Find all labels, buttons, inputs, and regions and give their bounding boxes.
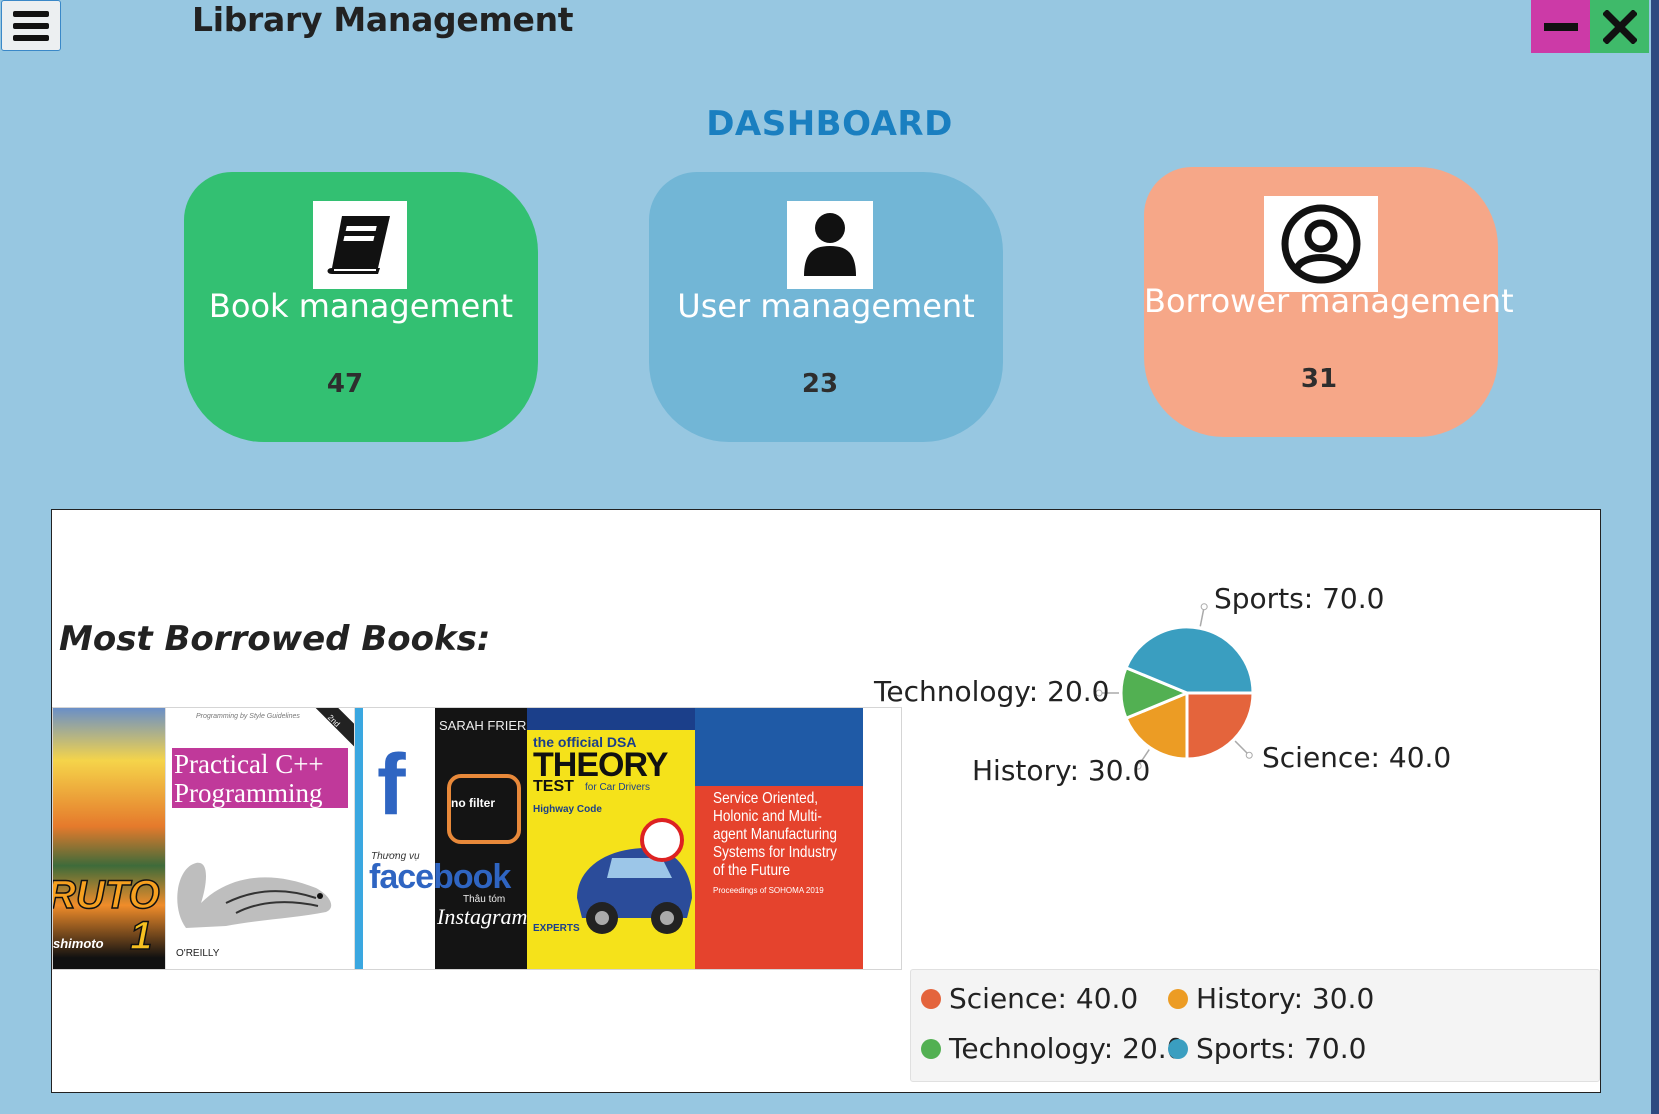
window-edge <box>1651 0 1659 1114</box>
borrower-management-card[interactable]: Borrower management 31 <box>1144 167 1514 437</box>
app-title: Library Management <box>192 0 574 39</box>
pie-chart <box>1095 603 1255 770</box>
borrower-management-label: Borrower management <box>1144 282 1514 320</box>
close-button[interactable] <box>1590 0 1649 53</box>
legend-dot-technology <box>921 1038 941 1059</box>
pie-leader-dot-science <box>1245 751 1253 759</box>
legend-label-history: History: 30.0 <box>1196 982 1375 1015</box>
book-icon <box>327 216 390 274</box>
user-count: 23 <box>801 369 839 399</box>
user-management-card[interactable]: User management 23 <box>649 172 1003 442</box>
pie-label-history: History: 30.0 <box>972 754 1151 787</box>
book-icon-box <box>313 201 407 289</box>
hamburger-icon <box>13 10 49 41</box>
minimize-button[interactable] <box>1531 0 1590 53</box>
book-management-label: Book management <box>208 287 514 325</box>
pie-label-sports: Sports: 70.0 <box>1214 582 1385 615</box>
most-borrowed-panel: Most Borrowed Books: RUTO shimoto 1 Prog… <box>51 509 1601 1093</box>
user-icon <box>804 213 856 276</box>
pie-leader-dot-sports <box>1200 603 1208 611</box>
legend-label-science: Science: 40.0 <box>949 982 1139 1015</box>
user-icon-box <box>787 201 873 289</box>
pie-label-science: Science: 40.0 <box>1262 741 1452 774</box>
legend-item-science: Science: 40.0 <box>921 982 1138 1015</box>
user-management-label: User management <box>677 287 975 325</box>
legend-item-history: History: 30.0 <box>1168 982 1374 1015</box>
legend-label-technology: Technology: 20.0 <box>949 1032 1185 1065</box>
menu-button[interactable] <box>1 0 61 51</box>
legend-item-technology: Technology: 20.0 <box>921 1032 1184 1065</box>
close-icon <box>1602 9 1637 44</box>
legend-dot-science <box>921 988 941 1009</box>
user-circle-icon <box>1281 204 1361 284</box>
book-count: 47 <box>326 369 364 399</box>
borrower-icon-box <box>1264 196 1378 292</box>
dashboard-heading: DASHBOARD <box>706 104 953 144</box>
borrower-count: 31 <box>1300 364 1338 394</box>
legend-label-sports: Sports: 70.0 <box>1196 1032 1367 1065</box>
book-management-card[interactable]: Book management 47 <box>184 172 538 442</box>
legend-item-sports: Sports: 70.0 <box>1168 1032 1366 1065</box>
legend-dot-sports <box>1168 1038 1188 1059</box>
minus-icon <box>1543 22 1578 31</box>
pie-legend: Science: 40.0 History: 30.0 Technology: … <box>910 969 1600 1082</box>
pie-label-technology: Technology: 20.0 <box>874 675 1110 708</box>
legend-dot-history <box>1168 988 1188 1009</box>
